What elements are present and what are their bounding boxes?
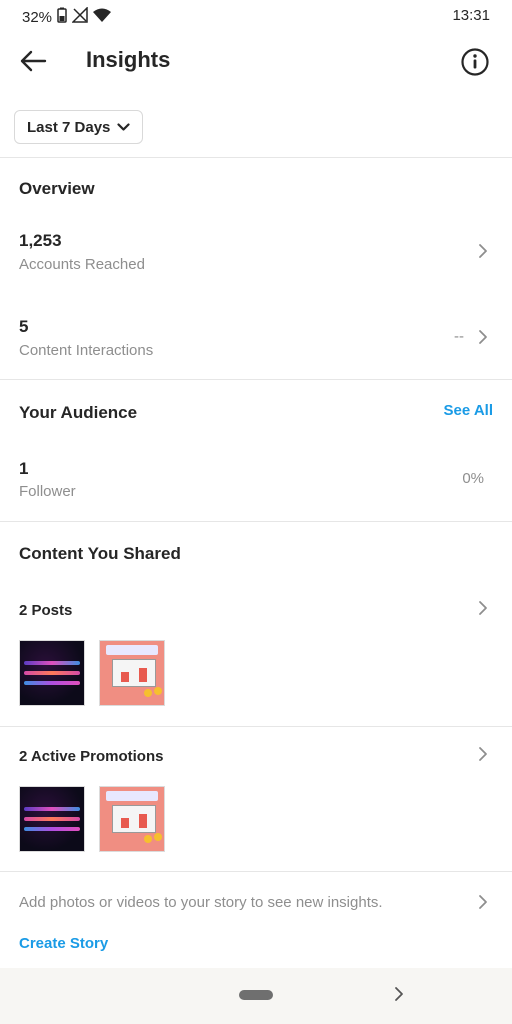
followers-label: Follower: [19, 483, 76, 500]
promotion-thumbnail[interactable]: [99, 786, 165, 852]
neon-band: [24, 817, 80, 821]
thumbnail-screen: [112, 659, 156, 687]
battery-icon: [57, 7, 67, 27]
accounts-reached-label: Accounts Reached: [19, 256, 145, 273]
chevron-right-icon: [479, 601, 487, 615]
neon-band: [24, 671, 80, 675]
thumbnail-header: [106, 645, 158, 655]
wifi-icon: [93, 8, 112, 26]
divider: [0, 726, 512, 727]
thumbnail-bar: [121, 818, 129, 828]
coin-shape: [154, 687, 162, 695]
app-bar: Insights: [0, 30, 512, 92]
content-interactions-value: 5: [19, 317, 29, 336]
promotion-thumbnail[interactable]: [19, 786, 85, 852]
status-left: 32%: [22, 6, 112, 27]
post-thumbnail[interactable]: [99, 640, 165, 706]
chevron-right-icon: [479, 747, 487, 761]
accounts-reached-value: 1,253: [19, 231, 62, 250]
content-shared-title: Content You Shared: [19, 544, 181, 563]
thumbnail-bar: [139, 814, 147, 828]
post-thumbnail[interactable]: [19, 640, 85, 706]
divider: [0, 157, 512, 158]
followers-value: 1: [19, 459, 29, 478]
home-pill[interactable]: [239, 990, 273, 1000]
content-interactions-label: Content Interactions: [19, 342, 154, 359]
chevron-right-icon[interactable]: [392, 986, 406, 1002]
divider: [0, 871, 512, 872]
thumbnail-screen: [112, 805, 156, 833]
neon-band: [24, 807, 80, 811]
content-interactions-change: --: [454, 328, 464, 345]
see-all-link[interactable]: See All: [444, 402, 493, 419]
divider: [0, 379, 512, 380]
promotions-label: 2 Active Promotions: [19, 748, 164, 765]
status-bar: 32% 13:31: [0, 0, 512, 30]
chevron-right-icon: [479, 330, 487, 344]
page-title: Insights: [86, 47, 171, 72]
system-nav-bar: [0, 968, 512, 1024]
neon-band: [24, 681, 80, 685]
coin-shape: [144, 835, 152, 843]
chevron-down-icon: [117, 119, 130, 136]
chevron-right-icon: [479, 895, 487, 909]
date-range-dropdown[interactable]: Last 7 Days: [14, 110, 144, 144]
divider: [0, 521, 512, 522]
posts-label: 2 Posts: [19, 602, 73, 619]
info-circle-icon[interactable]: [460, 47, 490, 77]
chevron-right-icon: [479, 244, 487, 258]
neon-band: [24, 827, 80, 831]
battery-percent: 32%: [22, 8, 53, 26]
followers-change: 0%: [462, 470, 484, 487]
thumbnail-bar: [121, 672, 129, 682]
overview-title: Overview: [19, 179, 95, 198]
thumbnail-bar: [139, 668, 147, 682]
thumbnail-header: [106, 791, 158, 801]
coin-shape: [144, 689, 152, 697]
no-signal-icon: [71, 6, 88, 27]
story-hint-text: Add photos or videos to your story to se…: [19, 894, 383, 911]
neon-band: [24, 661, 80, 665]
date-range-label: Last 7 Days: [27, 118, 111, 136]
audience-title: Your Audience: [19, 403, 138, 422]
arrow-left-icon[interactable]: [16, 44, 50, 78]
create-story-link[interactable]: Create Story: [19, 935, 108, 952]
status-time: 13:31: [452, 7, 490, 24]
coin-shape: [154, 833, 162, 841]
